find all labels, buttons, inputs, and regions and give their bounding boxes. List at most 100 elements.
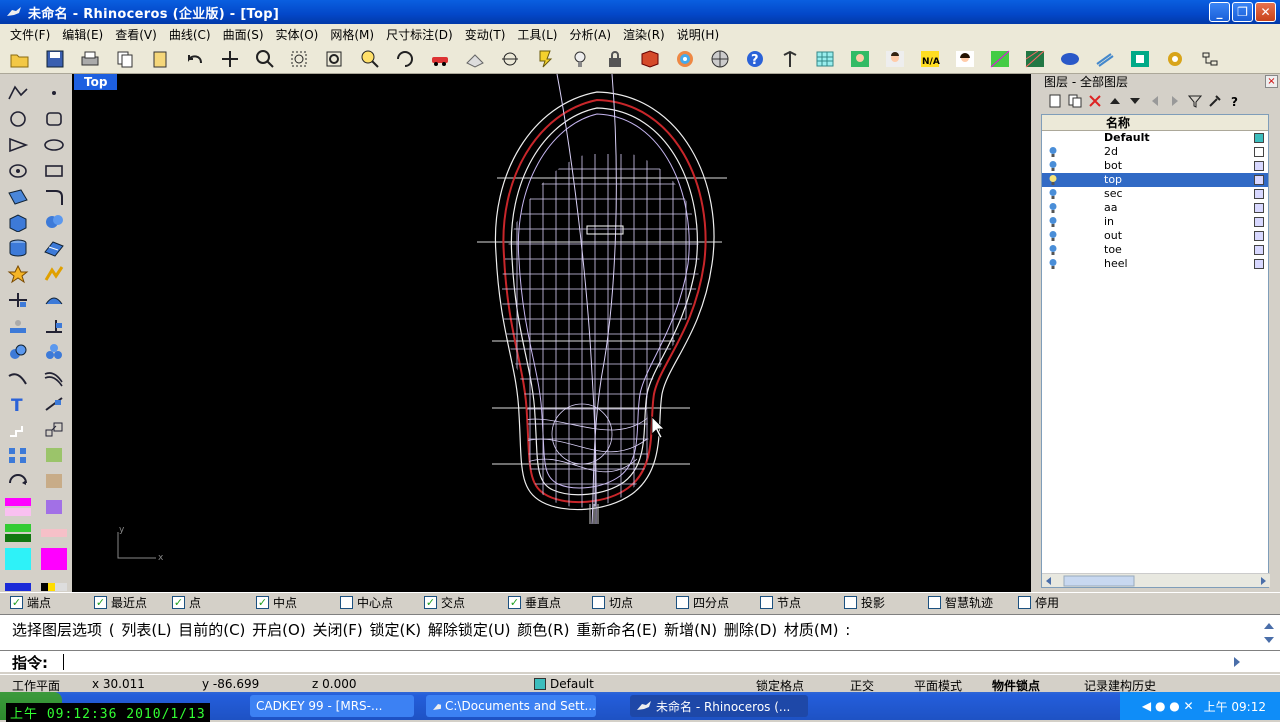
sphere-solid-icon[interactable] — [41, 211, 67, 233]
planar-surface-icon[interactable] — [41, 237, 67, 259]
layer-row[interactable]: Default — [1042, 131, 1268, 145]
zoom-window-icon[interactable] — [249, 45, 281, 73]
car-icon[interactable] — [424, 45, 456, 73]
pan-icon[interactable] — [214, 45, 246, 73]
light-icon[interactable] — [564, 45, 596, 73]
mesh-tool-icon[interactable] — [41, 341, 67, 363]
rotate-icon[interactable] — [5, 470, 31, 492]
osnap-option[interactable]: ✓ 中点 — [256, 594, 340, 611]
layer-color-swatch[interactable] — [1254, 189, 1264, 199]
avatar-icon-2[interactable] — [879, 45, 911, 73]
osnap-option[interactable]: ✓ 最近点 — [94, 594, 172, 611]
save-icon[interactable] — [39, 45, 71, 73]
layer-column-name-header[interactable]: 名称 — [1042, 115, 1268, 131]
dimension-icon[interactable] — [41, 393, 67, 415]
extrude-icon[interactable] — [41, 315, 67, 337]
layer-visibility-bulb-icon[interactable] — [1048, 160, 1058, 172]
circle-icon[interactable] — [5, 108, 31, 130]
open-file-icon[interactable] — [4, 45, 36, 73]
osnap-option[interactable]: ✓ 端点 — [10, 594, 94, 611]
polyline-icon[interactable] — [5, 82, 31, 104]
sphere-icon[interactable] — [704, 45, 736, 73]
osnap-option[interactable]: 中心点 — [340, 594, 424, 611]
osnap-option[interactable]: 投影 — [844, 594, 928, 611]
offset-icon[interactable] — [41, 367, 67, 389]
command-expand-icon[interactable] — [1226, 654, 1256, 670]
layer-color-swatch[interactable] — [1254, 245, 1264, 255]
layer-color-swatch[interactable] — [1254, 217, 1264, 227]
avatar-icon[interactable] — [844, 45, 876, 73]
menu-file[interactable]: 文件(F) — [4, 26, 56, 43]
layer-row[interactable]: top — [1042, 173, 1268, 187]
copy-icon[interactable] — [109, 45, 141, 73]
scale-icon[interactable] — [41, 419, 67, 441]
group-icon[interactable] — [5, 315, 31, 337]
rectangle-icon[interactable] — [41, 160, 67, 182]
osnap-option[interactable]: ✓ 交点 — [424, 594, 508, 611]
layer-visibility-bulb-icon[interactable] — [1048, 146, 1058, 158]
osnap-option[interactable]: 四分点 — [676, 594, 760, 611]
layer-panel-close-icon[interactable]: × — [1265, 75, 1278, 88]
cylinder-icon[interactable] — [5, 237, 31, 259]
print-icon[interactable] — [74, 45, 106, 73]
osnap-option[interactable]: 智慧轨迹 — [928, 594, 1018, 611]
lock-icon[interactable] — [599, 45, 631, 73]
menu-surface[interactable]: 曲面(S) — [217, 26, 270, 43]
checkbox-unchecked-icon[interactable] — [1018, 596, 1031, 609]
current-layer-pane[interactable]: Default — [534, 677, 594, 691]
layer-row[interactable]: 2d — [1042, 145, 1268, 159]
rebuild-icon[interactable] — [41, 289, 67, 311]
command-history-scroll-icon[interactable] — [1262, 617, 1276, 649]
layer-visibility-bulb-icon[interactable] — [1048, 258, 1058, 270]
stripes-icon[interactable] — [1089, 45, 1121, 73]
globe-icon[interactable] — [1054, 45, 1086, 73]
grid-icon[interactable] — [459, 45, 491, 73]
polygon-icon[interactable] — [5, 134, 31, 156]
undo-icon[interactable] — [179, 45, 211, 73]
checkbox-unchecked-icon[interactable] — [928, 596, 941, 609]
osnap-option[interactable]: 切点 — [592, 594, 676, 611]
gear-icon[interactable] — [1159, 45, 1191, 73]
box-icon[interactable] — [5, 211, 31, 233]
flag-icon[interactable] — [984, 45, 1016, 73]
layer-visibility-bulb-icon[interactable] — [1048, 174, 1058, 186]
green-square-icon[interactable] — [1124, 45, 1156, 73]
layer-row[interactable]: sec — [1042, 187, 1268, 201]
menu-help[interactable]: 说明(H) — [671, 26, 725, 43]
osnap-option[interactable]: ✓ 垂直点 — [508, 594, 592, 611]
mesh-icon[interactable] — [809, 45, 841, 73]
checkbox-checked-icon[interactable]: ✓ — [256, 596, 269, 609]
new-sublayer-icon[interactable] — [1068, 94, 1082, 108]
minimize-button[interactable]: _ — [1209, 2, 1230, 22]
menu-view[interactable]: 查看(V) — [109, 26, 163, 43]
layer-list-scrollbar[interactable] — [1042, 573, 1270, 587]
menu-analyze[interactable]: 分析(A) — [563, 26, 617, 43]
layer-visibility-bulb-icon[interactable] — [1048, 202, 1058, 214]
curve-from-object-icon[interactable] — [5, 367, 31, 389]
layer-color-swatch[interactable] — [1254, 259, 1264, 269]
text-icon[interactable]: T — [5, 393, 31, 415]
osnap-option[interactable]: 停用 — [1018, 594, 1078, 611]
split-icon[interactable] — [41, 263, 67, 285]
avatar-icon-3[interactable] — [949, 45, 981, 73]
color-wheel-icon[interactable] — [669, 45, 701, 73]
layer-bulb-icon[interactable] — [529, 45, 561, 73]
ellipse-icon[interactable] — [41, 134, 67, 156]
swatch-cyan-icon[interactable] — [5, 547, 31, 570]
layer-row[interactable]: heel — [1042, 257, 1268, 271]
osnap-icon[interactable] — [494, 45, 526, 73]
menu-transform[interactable]: 变动(T) — [459, 26, 512, 43]
layer-row[interactable]: bot — [1042, 159, 1268, 173]
viewport-title[interactable]: Top — [74, 74, 118, 90]
swatch-tan-icon[interactable] — [41, 470, 67, 492]
rotate-view-icon[interactable] — [389, 45, 421, 73]
layer-visibility-bulb-icon[interactable] — [1048, 230, 1058, 242]
menu-dimension[interactable]: 尺寸标注(D) — [380, 26, 459, 43]
swatch-violet-icon[interactable] — [41, 496, 67, 518]
array-icon[interactable] — [5, 444, 31, 466]
layer-color-swatch[interactable] — [1254, 231, 1264, 241]
checkbox-checked-icon[interactable]: ✓ — [424, 596, 437, 609]
layer-visibility-bulb-icon[interactable] — [1048, 216, 1058, 228]
checkbox-checked-icon[interactable]: ✓ — [10, 596, 23, 609]
explode-icon[interactable] — [5, 263, 31, 285]
